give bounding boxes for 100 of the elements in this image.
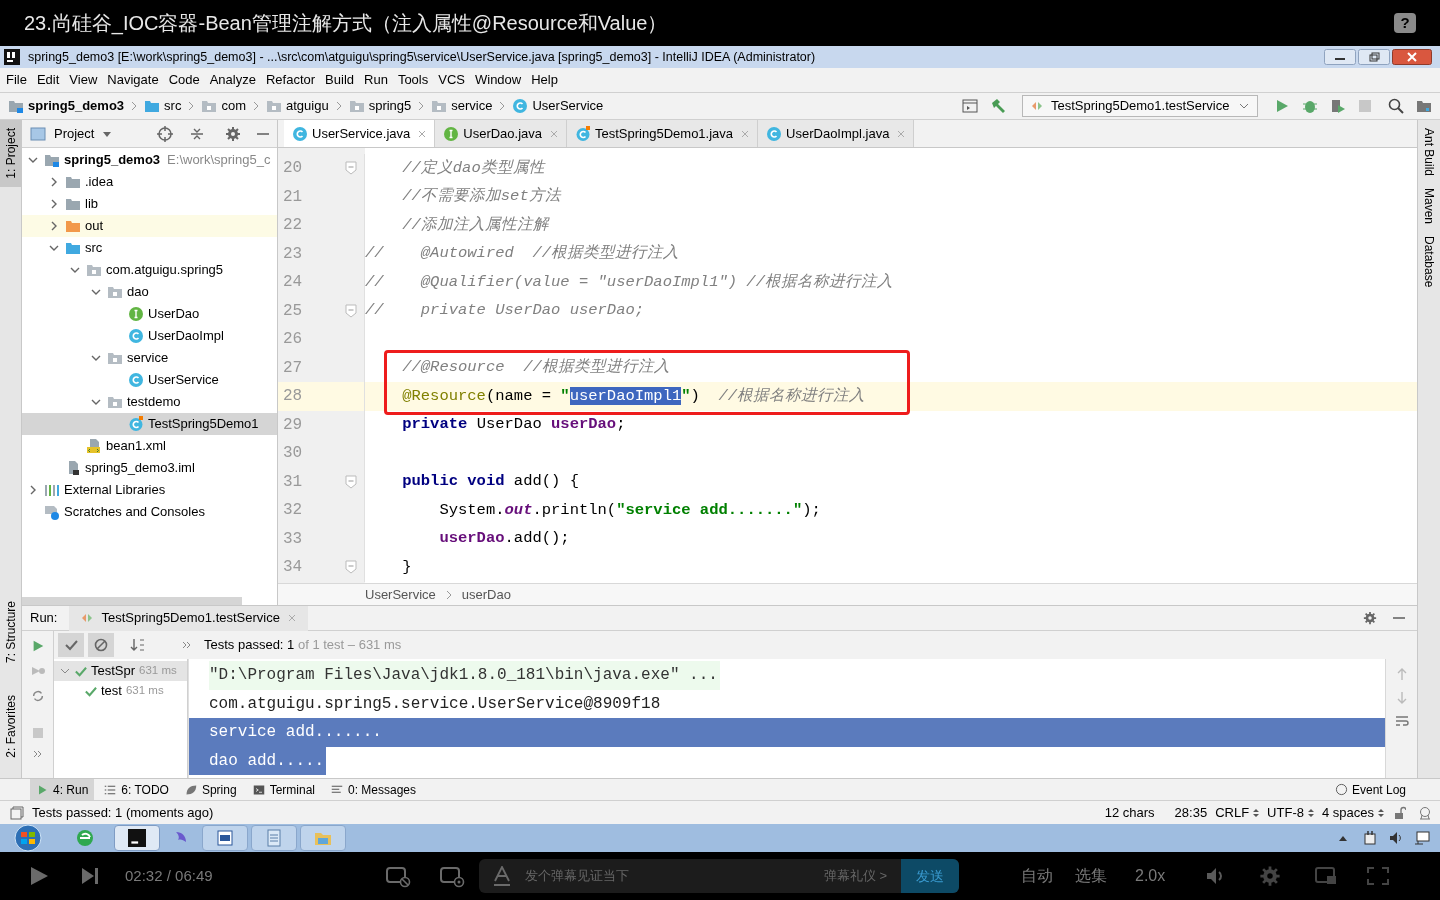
taskbar-button[interactable] <box>114 825 160 851</box>
tree-item[interactable]: testdemo <box>22 391 277 413</box>
tool-window-tab[interactable]: Terminal <box>246 778 321 801</box>
browser-icon[interactable] <box>76 829 94 847</box>
more-icon[interactable] <box>32 749 43 759</box>
menu-item[interactable]: Build <box>321 70 358 90</box>
editor-tab[interactable]: UserDaoImpl.java <box>758 120 915 147</box>
project-structure-icon[interactable] <box>1416 98 1432 114</box>
taskbar-button[interactable] <box>202 825 248 851</box>
chevron-down-icon[interactable] <box>28 155 38 165</box>
tool-window-tab[interactable]: 0: Messages <box>325 778 423 801</box>
next-icon[interactable] <box>80 866 100 886</box>
run-tab[interactable]: TestSpring5Demo1.testService <box>69 605 308 631</box>
tree-item[interactable]: bean1.xml <box>22 435 277 457</box>
help-button[interactable]: ? <box>1394 13 1416 33</box>
encoding-selector[interactable]: UTF-8 <box>1267 802 1304 823</box>
chevron-down-icon[interactable] <box>49 243 59 253</box>
tree-item[interactable]: out <box>22 215 277 237</box>
tree-item[interactable]: service <box>22 347 277 369</box>
menu-item[interactable]: Window <box>470 70 526 90</box>
layout-icon[interactable] <box>962 98 978 114</box>
chevron-down-icon[interactable] <box>60 666 70 676</box>
chevron-down-icon[interactable] <box>70 265 80 275</box>
menu-item[interactable]: Tools <box>393 70 433 90</box>
chevron-up-icon[interactable] <box>1338 834 1348 842</box>
chevron-down-icon[interactable] <box>91 397 101 407</box>
breadcrumb-item[interactable]: com <box>221 96 246 116</box>
tool-window-tab[interactable]: 1: Project <box>0 120 21 187</box>
tool-window-tab[interactable]: 4: Run <box>30 778 95 801</box>
tree-item[interactable]: UserDaoImpl <box>22 325 277 347</box>
test-tree-item[interactable]: TestSpr 631 ms <box>54 661 187 681</box>
lock-icon[interactable] <box>1394 805 1406 820</box>
tree-item[interactable]: TestSpring5Demo1 <box>22 413 277 435</box>
picture-in-picture-icon[interactable] <box>1315 866 1338 886</box>
tree-item[interactable]: Scratches and Consoles <box>22 501 277 523</box>
run-icon[interactable] <box>1274 98 1290 114</box>
tree-item[interactable]: UserService <box>22 369 277 391</box>
power-icon[interactable] <box>1362 830 1378 846</box>
bug-icon[interactable] <box>1302 98 1318 114</box>
tree-item[interactable]: com.atguigu.spring5 <box>22 259 277 281</box>
menu-item[interactable]: Edit <box>32 70 64 90</box>
close-icon[interactable] <box>1392 49 1432 65</box>
menu-item[interactable]: View <box>65 70 102 90</box>
breadcrumb-item[interactable]: spring5 <box>368 96 412 116</box>
tree-item[interactable]: lib <box>22 193 277 215</box>
editor-tab[interactable]: UserDao.java <box>435 120 568 147</box>
more-icon[interactable] <box>182 640 192 650</box>
danmaku-off-icon[interactable] <box>385 864 411 888</box>
menu-item[interactable]: VCS <box>434 70 469 90</box>
inspector-icon[interactable] <box>1418 805 1432 820</box>
show-passed-button[interactable] <box>58 633 84 657</box>
minimize-icon[interactable] <box>1324 49 1356 65</box>
editor-tab[interactable]: TestSpring5Demo1.java <box>567 120 759 147</box>
fold-marker-icon[interactable] <box>345 474 357 489</box>
tool-window-tab[interactable]: 6: TODO <box>98 778 175 801</box>
chevron-down-icon[interactable] <box>91 353 101 363</box>
tree-item[interactable]: spring5_demo3 E:\work\spring5_c <box>22 149 277 171</box>
breadcrumb-item[interactable]: UserService <box>532 96 604 116</box>
chevron-right-icon[interactable] <box>49 199 59 209</box>
breadcrumb-item[interactable]: userDao <box>461 584 511 605</box>
settings-icon[interactable] <box>225 125 241 142</box>
danmaku-settings-icon[interactable] <box>439 864 465 888</box>
menu-item[interactable]: File <box>2 70 31 90</box>
tree-item[interactable]: spring5_demo3.iml <box>22 457 277 479</box>
chevron-right-icon[interactable] <box>49 177 59 187</box>
line-separator-selector[interactable]: CRLF <box>1215 802 1250 823</box>
breadcrumb-item[interactable]: UserService <box>365 584 436 605</box>
breadcrumb-item[interactable]: atguigu <box>286 96 329 116</box>
play-icon[interactable] <box>28 865 50 887</box>
run-configuration-dropdown[interactable]: TestSpring5Demo1.testService <box>1022 95 1258 117</box>
tool-window-tab[interactable]: 7: Structure <box>0 593 21 672</box>
soft-wrap-icon[interactable] <box>1394 715 1409 729</box>
tool-window-tab[interactable]: Ant Build <box>1420 128 1438 177</box>
tool-window-tab[interactable]: Maven <box>1420 188 1438 225</box>
editor-tab[interactable]: UserService.java <box>284 120 436 147</box>
scrollbar[interactable] <box>22 597 242 605</box>
restore-icon[interactable] <box>1358 49 1390 65</box>
test-tree-item[interactable]: test 631 ms <box>54 681 187 701</box>
sort-icon[interactable] <box>130 637 146 653</box>
locate-icon[interactable] <box>157 125 173 142</box>
hammer-icon[interactable] <box>990 98 1006 114</box>
tree-item[interactable]: src <box>22 237 277 259</box>
settings-icon[interactable] <box>1259 865 1282 887</box>
menu-item[interactable]: Navigate <box>103 70 163 90</box>
menu-item[interactable]: Run <box>360 70 392 90</box>
fullscreen-icon[interactable] <box>1367 866 1390 886</box>
breadcrumb-item[interactable]: src <box>164 96 182 116</box>
episodes-button[interactable]: 选集 <box>1075 864 1107 888</box>
coverage-icon[interactable] <box>1330 98 1346 114</box>
event-log-button[interactable]: Event Log <box>1334 780 1406 799</box>
show-ignored-button[interactable] <box>88 633 114 657</box>
fold-marker-icon[interactable] <box>345 560 357 575</box>
speed-button[interactable]: 2.0x <box>1135 864 1166 888</box>
tool-window-tab[interactable]: Database <box>1420 236 1438 288</box>
tree-item[interactable]: .idea <box>22 171 277 193</box>
chevron-right-icon[interactable] <box>49 221 59 231</box>
tool-window-tab[interactable]: Spring <box>178 778 243 801</box>
tree-item[interactable]: External Libraries <box>22 479 277 501</box>
indent-selector[interactable]: 4 spaces <box>1321 802 1374 823</box>
panel-title[interactable]: Project <box>54 123 95 144</box>
